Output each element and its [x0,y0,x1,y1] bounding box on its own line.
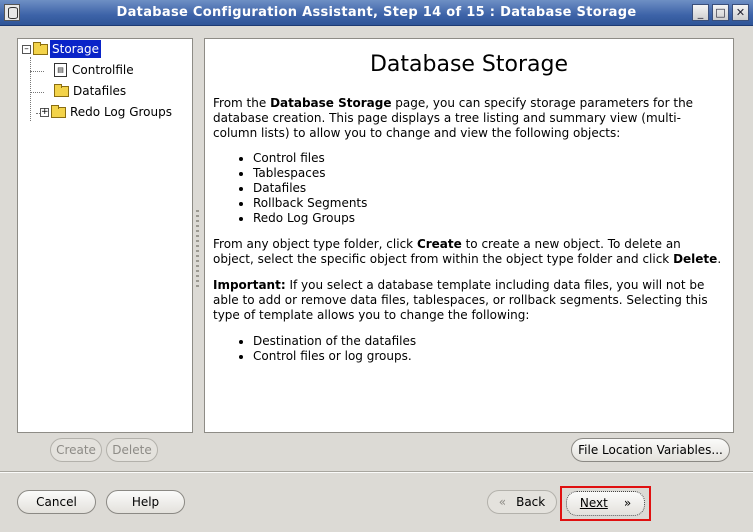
next-button[interactable]: Next » [566,491,645,516]
separator [0,471,753,473]
close-icon[interactable]: ✕ [732,4,749,21]
back-button[interactable]: « Back [487,490,557,514]
folder-icon [54,83,69,97]
page-title: Database Storage [369,52,569,77]
objects-list: Control files Tablespaces Datafiles Roll… [238,151,367,226]
intro-paragraph: From the Database Storage page, you can … [213,96,694,140]
list-item: Redo Log Groups [253,211,367,226]
window-titlebar: Database Configuration Assistant, Step 1… [0,0,753,26]
list-item: Datafiles [253,181,367,196]
panel-splitter[interactable] [196,210,199,290]
create-delete-paragraph: From any object type folder, click Creat… [213,237,722,266]
next-arrow-icon: » [623,496,632,510]
next-label: Next [579,496,608,510]
controlfile-icon: ▤ [54,63,67,77]
minimize-icon[interactable]: _ [692,4,709,21]
create-button[interactable]: Create [50,438,102,462]
list-item: Destination of the datafiles [253,334,416,349]
tree-node-redo-log-groups[interactable]: + Redo Log Groups [40,103,174,121]
folder-icon [33,41,48,55]
storage-tree[interactable]: – Storage ▤ Controlfile Datafiles + Redo… [17,38,193,433]
window-title: Database Configuration Assistant, Step 1… [116,5,637,20]
folder-icon [51,104,66,118]
list-item: Tablespaces [253,166,367,181]
changeable-list: Destination of the datafiles Control fil… [238,334,416,364]
tree-node-label: Datafiles [73,84,127,98]
list-item: Control files [253,151,367,166]
cancel-button[interactable]: Cancel [17,490,96,514]
file-location-variables-button[interactable]: File Location Variables... [571,438,730,462]
important-paragraph: Important: If you select a database temp… [213,278,708,322]
help-button[interactable]: Help [106,490,185,514]
tree-node-label: Storage [50,40,101,58]
tree-node-datafiles[interactable]: Datafiles [54,82,128,100]
tree-node-storage[interactable]: – Storage [22,40,101,58]
list-item: Control files or log groups. [253,349,416,364]
help-content-panel: Database Storage From the Database Stora… [204,38,734,433]
back-arrow-icon: « [498,495,507,509]
expand-icon[interactable]: + [40,107,49,117]
maximize-icon[interactable]: □ [712,4,729,21]
back-label: Back [516,495,546,509]
tree-node-label: Controlfile [72,63,134,77]
tree-node-controlfile[interactable]: ▤ Controlfile [54,61,136,79]
collapse-icon[interactable]: – [22,44,31,54]
delete-button[interactable]: Delete [106,438,158,462]
list-item: Rollback Segments [253,196,367,211]
tree-node-label: Redo Log Groups [70,105,172,119]
